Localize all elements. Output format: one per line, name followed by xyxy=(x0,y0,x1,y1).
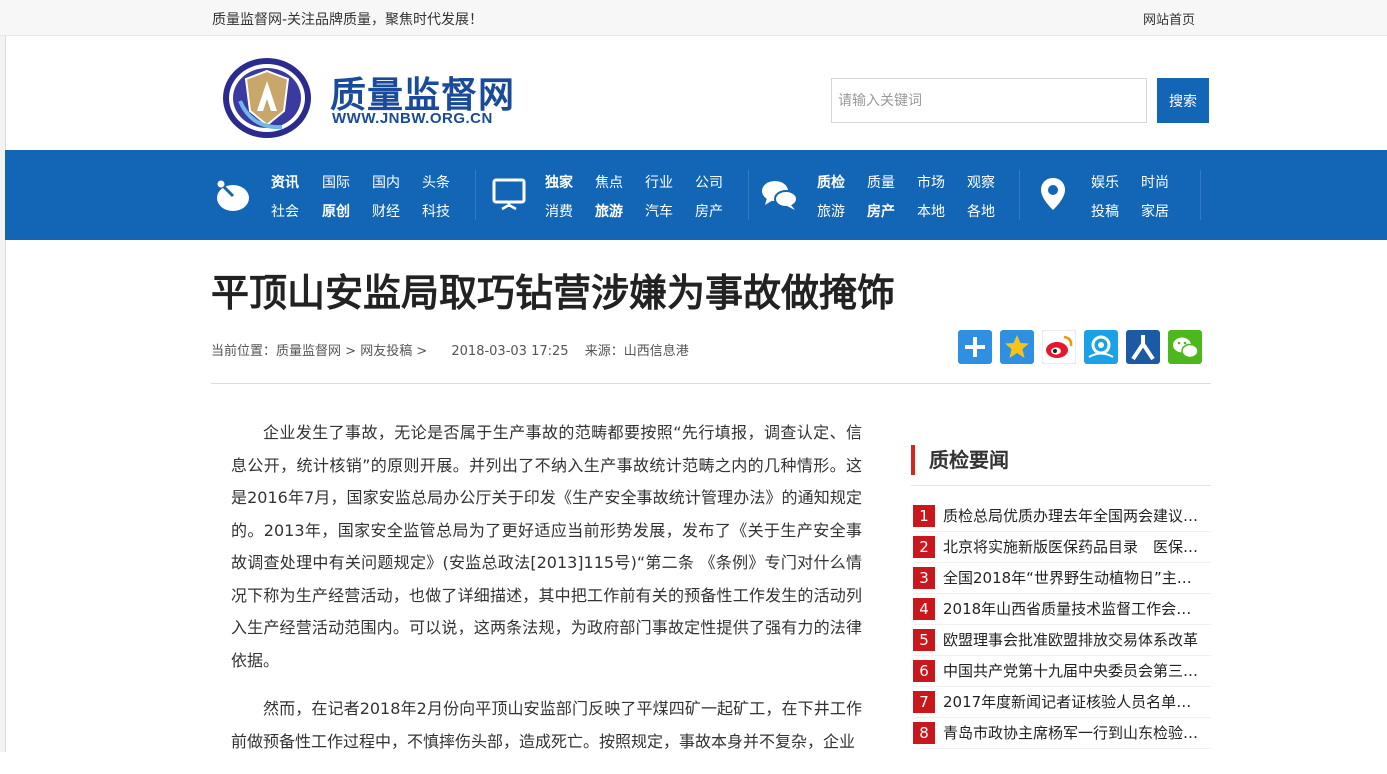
tencent-weibo-icon[interactable] xyxy=(1084,330,1118,364)
sidebar-heading: 质检要闻 xyxy=(911,445,1009,475)
news-link[interactable]: 2018年山西省质量技术监督工作会议召开 xyxy=(943,598,1205,620)
sidebar-divider xyxy=(911,485,1211,486)
nav-zixun[interactable]: 资讯 xyxy=(271,172,299,192)
rank-badge: 1 xyxy=(913,505,935,527)
list-item[interactable]: 5 欧盟理事会批准欧盟排放交易体系改革 xyxy=(913,625,1211,656)
nav-zhijian[interactable]: 质检 xyxy=(817,172,845,192)
nav-shehui[interactable]: 社会 xyxy=(271,201,299,221)
star-icon[interactable] xyxy=(1000,330,1034,364)
nav-jiaodian[interactable]: 焦点 xyxy=(595,172,623,192)
breadcrumb-home[interactable]: 质量监督网 xyxy=(276,344,341,359)
news-link[interactable]: 全国2018年“世界野生动植物日”主题活动 xyxy=(943,567,1205,589)
search-button[interactable]: 搜索 xyxy=(1157,78,1209,123)
list-item[interactable]: 7 2017年度新闻记者证核验人员名单公示 xyxy=(913,687,1211,718)
rank-badge: 3 xyxy=(913,567,935,589)
nav-divider xyxy=(1200,170,1201,220)
home-link[interactable]: 网站首页 xyxy=(1143,9,1195,28)
satellite-dish-icon xyxy=(217,180,249,211)
breadcrumb-section[interactable]: 网友投稿 xyxy=(360,344,412,359)
list-item[interactable]: 6 中国共产党第十九届中央委员会第三次全体会议 xyxy=(913,656,1211,687)
breadcrumb-prefix: 当前位置： xyxy=(211,344,277,359)
nav-shishang[interactable]: 时尚 xyxy=(1141,172,1169,192)
list-item[interactable]: 2 北京将实施新版医保药品目录 医保报销 xyxy=(913,532,1211,563)
nav-keji[interactable]: 科技 xyxy=(422,201,450,221)
article-source: 来源：山西信息港 xyxy=(584,344,689,359)
browser-edge xyxy=(0,0,6,752)
nav-guonei[interactable]: 国内 xyxy=(372,172,400,192)
list-item[interactable]: 3 全国2018年“世界野生动植物日”主题活动 xyxy=(913,563,1211,594)
weibo-icon[interactable] xyxy=(1042,330,1076,364)
article-meta: 当前位置：质量监督网 > 网友投稿 > 2018-03-03 17:25 来源：… xyxy=(211,340,689,359)
nav-qiche[interactable]: 汽车 xyxy=(645,201,673,221)
nav-dujia[interactable]: 独家 xyxy=(545,172,573,192)
nav-gedi[interactable]: 各地 xyxy=(967,201,995,221)
chat-bubbles-icon xyxy=(762,181,798,210)
news-link[interactable]: 2017年度新闻记者证核验人员名单公示 xyxy=(943,691,1205,713)
main-nav: 资讯 国际 国内 头条 社会 原创 财经 科技 独家 焦点 行业 公司 消费 旅… xyxy=(5,150,1387,240)
news-link[interactable]: 北京将实施新版医保药品目录 医保报销 xyxy=(943,536,1205,558)
nav-xiaofei[interactable]: 消费 xyxy=(545,201,573,221)
nav-divider xyxy=(475,170,476,220)
nav-bendi[interactable]: 本地 xyxy=(917,201,945,221)
list-item[interactable]: 8 青岛市政协主席杨军一行到山东检验检疫局调研 xyxy=(913,718,1211,749)
nav-guoji[interactable]: 国际 xyxy=(322,172,350,192)
search-input[interactable] xyxy=(831,78,1147,123)
breadcrumb-separator: > xyxy=(341,344,361,359)
plus-icon[interactable] xyxy=(958,330,992,364)
nav-zhiliang[interactable]: 质量 xyxy=(867,172,895,192)
rank-badge: 8 xyxy=(913,722,935,744)
nav-toutiao[interactable]: 头条 xyxy=(422,172,450,192)
news-link[interactable]: 中国共产党第十九届中央委员会第三次全体会议 xyxy=(943,660,1205,682)
nav-gongsi[interactable]: 公司 xyxy=(695,172,723,192)
nav-jiaju[interactable]: 家居 xyxy=(1141,201,1169,221)
nav-yule[interactable]: 娱乐 xyxy=(1091,172,1119,192)
nav-guancha[interactable]: 观察 xyxy=(967,172,995,192)
rank-badge: 2 xyxy=(913,536,935,558)
news-link[interactable]: 青岛市政协主席杨军一行到山东检验检疫局调研 xyxy=(943,722,1205,744)
news-link[interactable]: 欧盟理事会批准欧盟排放交易体系改革 xyxy=(943,629,1205,651)
nav-shichang[interactable]: 市场 xyxy=(917,172,945,192)
wechat-icon[interactable] xyxy=(1168,330,1202,364)
article-title: 平顶山安监局取巧钻营涉嫌为事故做掩饰 xyxy=(211,271,896,315)
nav-tougao[interactable]: 投稿 xyxy=(1091,201,1119,221)
nav-caijing[interactable]: 财经 xyxy=(372,201,400,221)
nav-fangchan[interactable]: 房产 xyxy=(695,201,723,221)
header-divider xyxy=(211,383,1211,384)
sidebar-news-list: 1 质检总局优质办理去年全国两会建议提案 2 北京将实施新版医保药品目录 医保报销 … xyxy=(913,501,1211,749)
nav-divider xyxy=(748,170,749,220)
article-body: 企业发生了事故，无论是否属于生产事故的范畴都要按照“先行填报，调查认定、信息公开… xyxy=(231,417,862,774)
article-datetime: 2018-03-03 17:25 xyxy=(451,344,569,359)
nav-lvyou-2[interactable]: 旅游 xyxy=(817,201,845,221)
breadcrumb-end: > xyxy=(412,344,428,359)
top-bar: 质量监督网-关注品牌质量，聚焦时代发展！ 网站首页 xyxy=(0,0,1387,36)
rank-badge: 7 xyxy=(913,691,935,713)
location-pin-icon xyxy=(1041,178,1065,210)
renren-icon[interactable] xyxy=(1126,330,1160,364)
news-link[interactable]: 质检总局优质办理去年全国两会建议提案 xyxy=(943,505,1205,527)
rank-badge: 5 xyxy=(913,629,935,651)
list-item[interactable]: 4 2018年山西省质量技术监督工作会议召开 xyxy=(913,594,1211,625)
rank-badge: 6 xyxy=(913,660,935,682)
nav-yuanchuang[interactable]: 原创 xyxy=(322,201,350,221)
list-item[interactable]: 1 质检总局优质办理去年全国两会建议提案 xyxy=(913,501,1211,532)
site-logo-emblem[interactable] xyxy=(222,57,312,139)
article-paragraph: 然而，在记者2018年2月份向平顶山安监部门反映了平煤四矿一起矿工，在下井工作前… xyxy=(231,699,862,751)
monitor-icon xyxy=(492,178,526,211)
nav-divider xyxy=(1019,170,1020,220)
site-slogan: 质量监督网-关注品牌质量，聚焦时代发展！ xyxy=(212,12,484,28)
nav-fangchan-2[interactable]: 房产 xyxy=(867,201,895,221)
rank-badge: 4 xyxy=(913,598,935,620)
nav-lvyou[interactable]: 旅游 xyxy=(595,201,623,221)
nav-hangye[interactable]: 行业 xyxy=(645,172,673,192)
article-paragraph: 企业发生了事故，无论是否属于生产事故的范畴都要按照“先行填报，调查认定、信息公开… xyxy=(231,423,862,670)
site-url-text: WWW.JNBW.ORG.CN xyxy=(332,110,493,127)
